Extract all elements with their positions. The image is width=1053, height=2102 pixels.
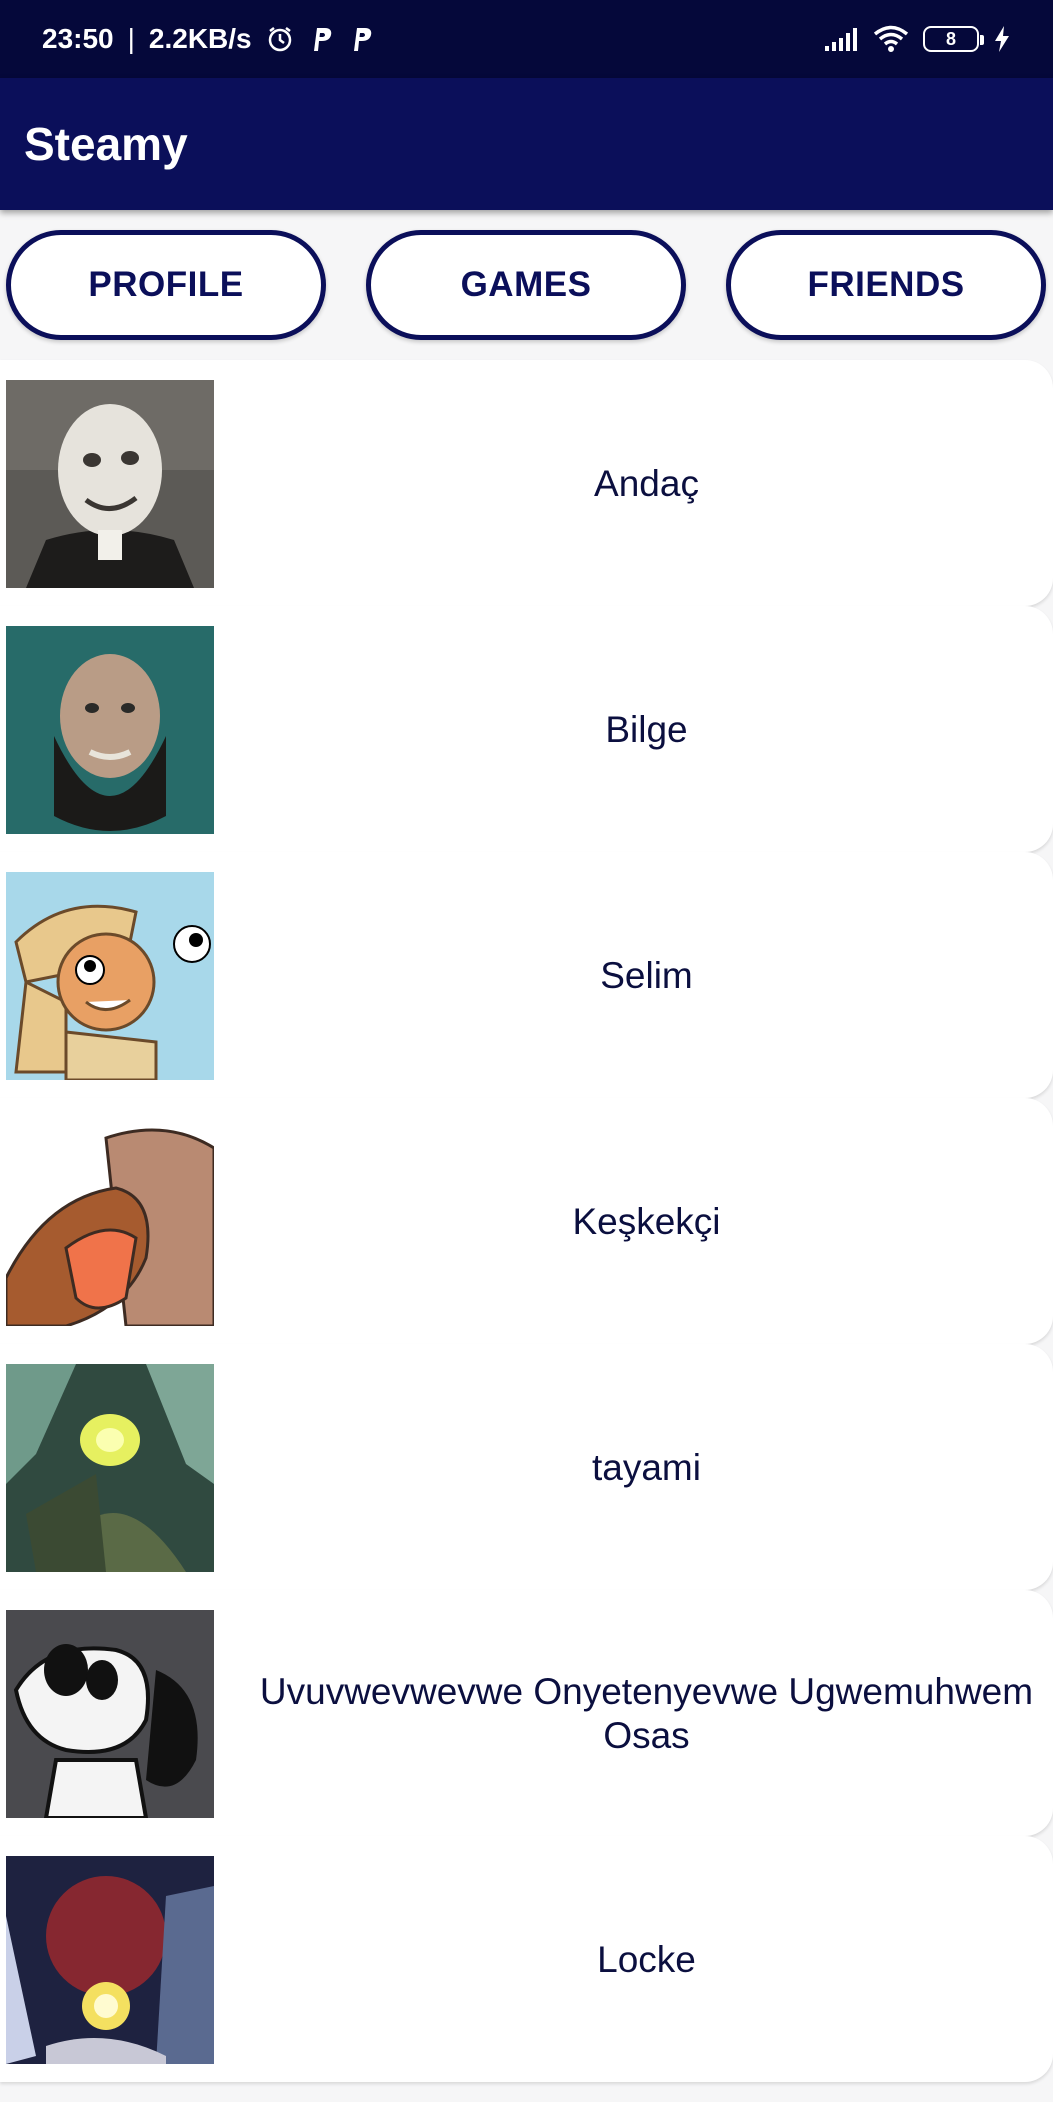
friend-name: tayami <box>592 1447 701 1488</box>
friend-avatar <box>6 626 214 834</box>
status-separator: | <box>127 23 135 54</box>
battery-icon: 8 <box>923 26 984 52</box>
friend-name: Bilge <box>605 709 688 750</box>
friend-name: Selim <box>600 955 693 996</box>
friend-list-item[interactable]: Keşkekçi <box>0 1098 1053 1344</box>
friend-list-item[interactable]: Uvuvwevwevwe Onyetenyevwe Ugwemuhwem Osa… <box>0 1590 1053 1836</box>
app-title: Steamy <box>24 118 188 170</box>
friend-list-item[interactable]: Locke <box>0 1836 1053 2082</box>
status-left: 23:50 | 2.2KB/s <box>42 23 374 55</box>
friend-avatar <box>6 1364 214 1572</box>
friends-tab-button[interactable]: FRIENDS <box>726 230 1046 340</box>
friends-list: Andaç Bilge Selim Keşkekçi tayami Uvuvwe… <box>0 360 1053 2082</box>
tab-bar: PROFILE GAMES FRIENDS <box>0 228 1053 342</box>
friend-avatar <box>6 380 214 588</box>
friend-name: Keşkekçi <box>572 1201 721 1242</box>
status-bar: 23:50 | 2.2KB/s 8 <box>0 0 1053 78</box>
friend-avatar <box>6 1610 214 1818</box>
profile-tab-button[interactable]: PROFILE <box>6 230 326 340</box>
friend-name: Locke <box>597 1939 696 1980</box>
friend-avatar <box>6 872 214 1080</box>
app-bar: Steamy <box>0 78 1053 210</box>
friend-list-item[interactable]: Selim <box>0 852 1053 1098</box>
friend-name: Uvuvwevwevwe Onyetenyevwe Ugwemuhwem Osa… <box>259 1671 1034 1756</box>
p-app-icon <box>348 25 374 53</box>
status-right: 8 <box>823 25 1011 53</box>
alarm-icon <box>266 25 294 53</box>
charging-icon <box>993 25 1011 53</box>
friend-list-item[interactable]: Bilge <box>0 606 1053 852</box>
friend-avatar <box>6 1118 214 1326</box>
friend-list-item[interactable]: Andaç <box>0 360 1053 606</box>
status-time: 23:50 <box>42 23 114 54</box>
network-speed: 2.2KB/s <box>148 23 252 54</box>
friend-name: Andaç <box>594 463 699 504</box>
battery-level: 8 <box>945 28 956 49</box>
games-tab-button[interactable]: GAMES <box>366 230 686 340</box>
signal-icon <box>823 26 859 52</box>
friend-avatar <box>6 1856 214 2064</box>
p-app-icon <box>308 25 334 53</box>
friend-list-item[interactable]: tayami <box>0 1344 1053 1590</box>
wifi-icon <box>873 25 909 53</box>
